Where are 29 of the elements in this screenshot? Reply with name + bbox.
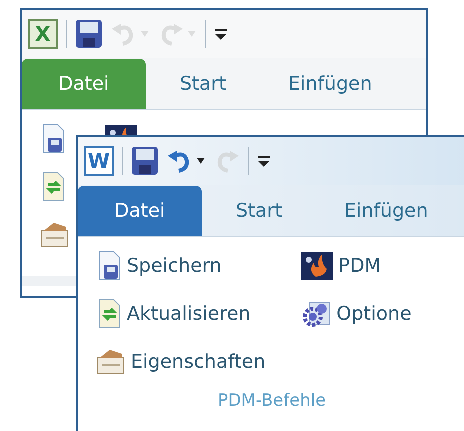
app-logo[interactable]: X xyxy=(28,19,58,49)
flame-icon xyxy=(300,251,334,281)
app-logo[interactable]: W xyxy=(84,146,114,176)
undo-button[interactable] xyxy=(167,148,206,174)
caret-icon xyxy=(187,30,197,38)
ribbon-tab[interactable]: Einfügen xyxy=(266,59,394,109)
customize-button[interactable] xyxy=(214,27,228,41)
caret-icon xyxy=(196,157,206,165)
folder-icon xyxy=(40,221,70,249)
customize-icon xyxy=(257,154,271,168)
ribbon-command[interactable]: Aktualisieren xyxy=(96,297,266,331)
customize-icon xyxy=(214,27,228,41)
ribbon-command[interactable]: Optione xyxy=(300,297,412,331)
save-button[interactable] xyxy=(75,19,103,49)
ribbon-tab[interactable]: Einfügen xyxy=(322,186,450,236)
save-icon xyxy=(75,19,103,49)
save-button[interactable] xyxy=(131,146,159,176)
group-label: PDM-Befehle xyxy=(216,390,328,413)
customize-button[interactable] xyxy=(257,154,271,168)
save-icon xyxy=(131,146,159,176)
file-tab[interactable]: Datei xyxy=(78,186,202,236)
ribbon-tab[interactable]: Start xyxy=(214,186,304,236)
folder-icon xyxy=(96,348,126,376)
ribbon-command[interactable]: PDM xyxy=(300,249,412,283)
caret-icon xyxy=(140,30,150,38)
ribbon-tab[interactable]: Start xyxy=(158,59,248,109)
ribbon-command[interactable]: Eigenschaften xyxy=(96,345,266,379)
file-tab[interactable]: Datei xyxy=(22,59,146,109)
ribbon-command[interactable]: Speichern xyxy=(96,249,266,283)
